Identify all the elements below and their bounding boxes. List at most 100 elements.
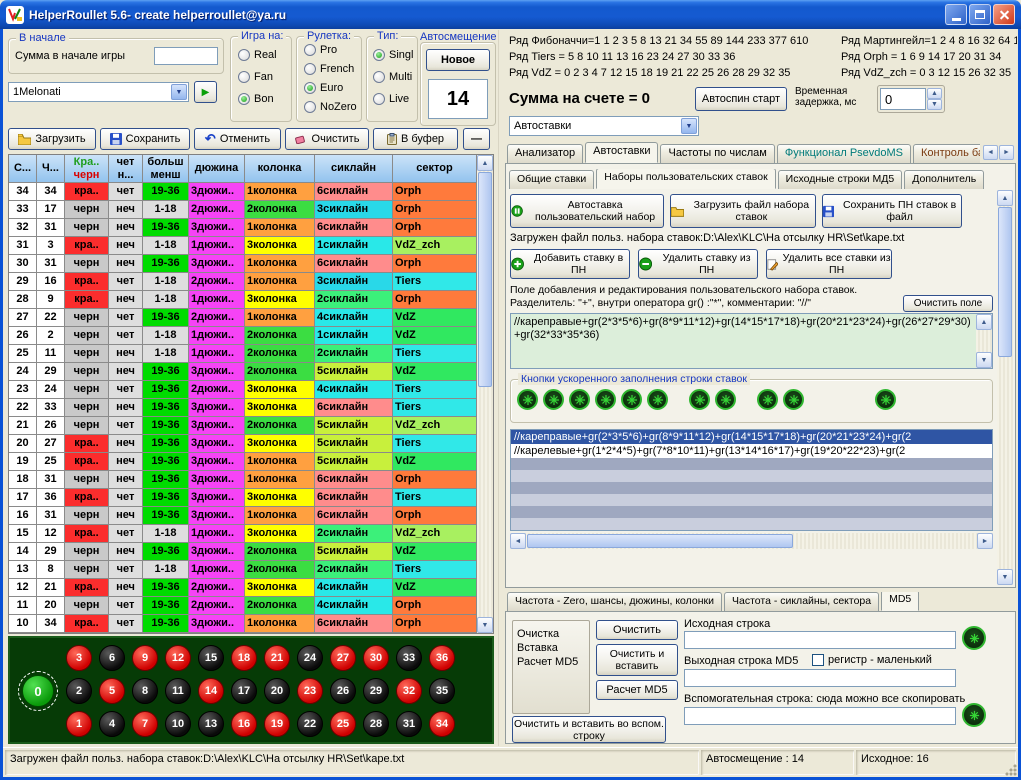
board-number-5[interactable]: 5 <box>99 678 125 704</box>
maximize-button[interactable] <box>969 4 991 25</box>
load-set-file-button[interactable]: Загрузить файл набора ставок <box>670 194 816 228</box>
quick-bet-button-5[interactable] <box>621 389 642 410</box>
scroll-down-icon[interactable]: ▼ <box>477 617 493 633</box>
radio-real[interactable]: Real <box>238 49 277 61</box>
board-number-24[interactable]: 24 <box>297 645 323 671</box>
board-number-25[interactable]: 25 <box>330 711 356 737</box>
delay-value[interactable]: 0 <box>880 88 926 110</box>
board-number-8[interactable]: 8 <box>132 678 158 704</box>
quick-bet-button-4[interactable] <box>595 389 616 410</box>
preset-combobox[interactable]: 1Melonati ▼ <box>8 82 189 102</box>
table-vertical-scrollbar[interactable]: ▲ ▼ <box>477 155 493 633</box>
board-number-20[interactable]: 20 <box>264 678 290 704</box>
tab-analyzer[interactable]: Анализатор <box>507 144 583 163</box>
minimize-button[interactable] <box>945 4 967 25</box>
table-row[interactable]: 1221кра..неч19-362дюжи..3колонка4сиклайн… <box>9 579 477 597</box>
md5-calc-button[interactable]: Расчет MD5 <box>596 680 678 700</box>
board-number-17[interactable]: 17 <box>231 678 257 704</box>
radio-nozero[interactable]: NoZero <box>304 101 357 113</box>
table-row[interactable]: 2916кра..чет1-182дюжи..1колонка3сиклайнT… <box>9 273 477 291</box>
radio-pro[interactable]: Pro <box>304 44 337 56</box>
board-number-36[interactable]: 36 <box>429 645 455 671</box>
close-button[interactable] <box>993 4 1015 25</box>
md5-clear-button[interactable]: Очистить <box>596 620 678 640</box>
table-row[interactable]: 1034кра..чет19-363дюжи..1колонка6сиклайн… <box>9 615 477 633</box>
table-row[interactable]: 1831черннеч19-363дюжи..1колонка6сиклайнO… <box>9 471 477 489</box>
board-number-1[interactable]: 1 <box>66 711 92 737</box>
table-row[interactable]: 2511черннеч1-181дюжи..2колонка2сиклайнTi… <box>9 345 477 363</box>
scrollbar-thumb[interactable] <box>998 207 1012 357</box>
board-number-0[interactable]: 0 <box>22 675 54 707</box>
tab-scroll-left-icon[interactable]: ◄ <box>983 145 998 160</box>
subtab-common-bets[interactable]: Общие ставки <box>509 170 594 189</box>
combo-arrow-icon[interactable]: ▼ <box>171 84 187 100</box>
table-row[interactable]: 2126чернчет19-363дюжи..2колонка5сиклайнV… <box>9 417 477 435</box>
collapse-button[interactable]: — <box>463 128 490 150</box>
board-number-32[interactable]: 32 <box>396 678 422 704</box>
radio-french[interactable]: French <box>304 63 354 75</box>
md5-lowercase-checkbox[interactable]: регистр - маленький <box>812 654 932 666</box>
bet-list-item[interactable]: //кареправые+gr(2*3*5*6)+gr(8*9*11*12)+g… <box>511 430 992 444</box>
table-row[interactable]: 3317черннеч1-182дюжи..2колонка3сиклайнOr… <box>9 201 477 219</box>
scroll-up-icon[interactable]: ▲ <box>997 190 1013 206</box>
radio-fan[interactable]: Fan <box>238 71 273 83</box>
scroll-right-icon[interactable]: ► <box>977 533 993 549</box>
radio-live[interactable]: Live <box>373 93 409 105</box>
spin-up-icon[interactable]: ▲ <box>927 88 942 99</box>
md5-output-input[interactable] <box>684 669 956 687</box>
buffer-button[interactable]: В буфер <box>373 128 458 150</box>
board-number-22[interactable]: 22 <box>297 711 323 737</box>
tab-frequencies[interactable]: Частоты по числам <box>660 144 774 163</box>
md5-source-input[interactable] <box>684 631 956 649</box>
quick-bet-button-10[interactable] <box>783 389 804 410</box>
new-button[interactable]: Новое <box>426 49 490 71</box>
tab-bankroll-control[interactable]: Контроль банкр <box>913 144 980 163</box>
table-row[interactable]: 3231черннеч19-363дюжи..1колонка6сиклайнO… <box>9 219 477 237</box>
board-number-13[interactable]: 13 <box>198 711 224 737</box>
scroll-up-icon[interactable]: ▲ <box>976 314 992 330</box>
scroll-left-icon[interactable]: ◄ <box>510 533 526 549</box>
board-number-12[interactable]: 12 <box>165 645 191 671</box>
bet-edit-area[interactable]: //кареправые+gr(2*3*5*6)+gr(8*9*11*12)+g… <box>510 313 993 369</box>
quick-bet-button-1[interactable] <box>517 389 538 410</box>
md5-clear-insert-helper-button[interactable]: Очистить и вставить во вспом. строку <box>512 716 666 743</box>
board-number-4[interactable]: 4 <box>99 711 125 737</box>
table-row[interactable]: 2233черннеч19-363дюжи..3колонка6сиклайнT… <box>9 399 477 417</box>
table-row[interactable]: 1512кра..чет1-181дюжи..3колонка2сиклайнV… <box>9 525 477 543</box>
start-sum-input[interactable] <box>154 47 218 65</box>
bet-list-item[interactable]: //карелевые+gr(1*2*4*5)+gr(7*8*10*11)+gr… <box>511 444 992 458</box>
board-number-6[interactable]: 6 <box>99 645 125 671</box>
subtab-additional[interactable]: Дополнитель <box>904 170 984 189</box>
table-row[interactable]: 138чернчет1-181дюжи..2колонка2сиклайнTie… <box>9 561 477 579</box>
md5-clear-insert-button[interactable]: Очистить и вставить <box>596 644 678 676</box>
autobets-combobox[interactable]: Автоставки ▼ <box>509 116 699 136</box>
subtab-md5-strings[interactable]: Исходные строки МД5 <box>778 170 903 189</box>
list-horizontal-scrollbar[interactable]: ◄ ► <box>510 533 993 549</box>
resize-grip[interactable] <box>1004 763 1017 776</box>
table-row[interactable]: 1631черннеч19-363дюжи..1колонка6сиклайнO… <box>9 507 477 525</box>
table-row[interactable]: 3031черннеч19-363дюжи..1колонка6сиклайнO… <box>9 255 477 273</box>
save-set-file-button[interactable]: Сохранить ПН ставок в файл <box>822 194 962 228</box>
edit-area-scrollbar[interactable]: ▲ ▼ <box>976 314 992 368</box>
add-bet-button[interactable]: Добавить ставку в ПН <box>510 249 630 279</box>
radio-bon[interactable]: Bon <box>238 93 274 105</box>
scrollbar-thumb[interactable] <box>478 172 492 387</box>
table-row[interactable]: 2429черннеч19-363дюжи..2колонка5сиклайнV… <box>9 363 477 381</box>
tab-freq-chances[interactable]: Частота - Zero, шансы, дюжины, колонки <box>507 592 722 611</box>
delete-all-bets-button[interactable]: Удалить все ставки из ПН <box>766 249 892 279</box>
board-number-3[interactable]: 3 <box>66 645 92 671</box>
page-vertical-scrollbar[interactable]: ▲ ▼ <box>997 190 1013 585</box>
delete-bet-button[interactable]: Удалить ставку из ПН <box>638 249 758 279</box>
table-row[interactable]: 1736кра..чет19-363дюжи..3колонка6сиклайн… <box>9 489 477 507</box>
radio-singl[interactable]: Singl <box>373 49 413 61</box>
scrollbar-thumb[interactable] <box>527 534 793 548</box>
table-row[interactable]: 2722чернчет19-362дюжи..1колонка4сиклайнV… <box>9 309 477 327</box>
clear-button[interactable]: Очистить <box>285 128 369 150</box>
undo-button[interactable]: ↶Отменить <box>194 128 281 150</box>
table-row[interactable]: 1925кра..неч19-363дюжи..1колонка5сиклайн… <box>9 453 477 471</box>
table-row[interactable]: 1429черннеч19-363дюжи..2колонка5сиклайнV… <box>9 543 477 561</box>
table-row[interactable]: 1120чернчет19-362дюжи..2колонка4сиклайнO… <box>9 597 477 615</box>
tab-md5[interactable]: MD5 <box>881 592 919 611</box>
tab-psevdoms[interactable]: Функционал PsevdoMS <box>777 144 911 163</box>
board-number-9[interactable]: 9 <box>132 645 158 671</box>
